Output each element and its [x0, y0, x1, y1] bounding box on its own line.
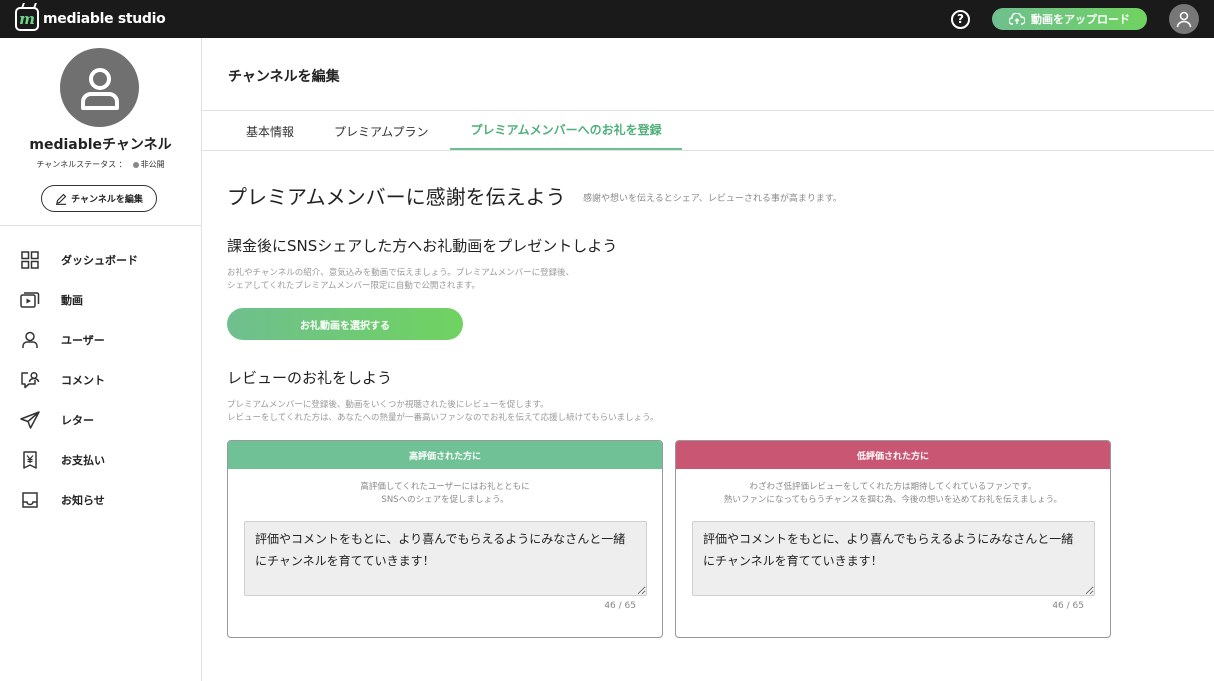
tab-bar: 基本情報 プレミアムプラン プレミアムメンバーへのお礼を登録: [228, 111, 682, 151]
low-rating-card-header: 低評価された方に: [676, 441, 1110, 469]
select-thanks-video-button[interactable]: お礼動画を選択する: [227, 308, 463, 340]
review-section-description: プレミアムメンバーに登録後、動画をいくつか視聴された後にレビューを促します。 レ…: [227, 399, 659, 425]
help-icon[interactable]: ?: [951, 9, 970, 29]
sidebar-item-comments[interactable]: コメント: [0, 360, 201, 400]
review-section-title: レビューのお礼をしよう: [227, 369, 393, 387]
cloud-upload-icon: [1009, 13, 1025, 25]
high-rating-message-input[interactable]: 評価やコメントをもとに、より喜んでもらえるようにみなさんと一緒にチャンネルを育て…: [244, 521, 647, 596]
sidebar-item-letters[interactable]: レター: [0, 400, 201, 440]
sidebar-item-videos[interactable]: 動画: [0, 280, 201, 320]
low-rating-char-count: 46 / 65: [1052, 601, 1084, 611]
status-separator: ：: [118, 160, 127, 169]
account-avatar[interactable]: [1169, 4, 1199, 34]
sns-desc-line: お礼やチャンネルの紹介、意気込みを動画で伝えましょう。プレミアムメンバーに登録後…: [227, 268, 575, 278]
hero-title: プレミアムメンバーに感謝を伝えよう: [227, 185, 566, 209]
brand-logo[interactable]: m mediable studio: [15, 7, 166, 31]
top-bar: m mediable studio ? 動画をアップロード: [0, 0, 1214, 38]
tab-premium-thanks[interactable]: プレミアムメンバーへのお礼を登録: [450, 111, 682, 151]
brand-name: mediable studio: [43, 11, 166, 27]
sidebar: mediableチャンネル チャンネルステータス ： 非公開 チャンネルを編集 ダ…: [0, 38, 202, 681]
sidebar-item-dashboard[interactable]: ダッシュボード: [0, 240, 201, 280]
low-rating-message-input[interactable]: 評価やコメントをもとに、より喜んでもらえるようにみなさんと一緒にチャンネルを育て…: [692, 521, 1095, 596]
sidebar-item-label: ユーザー: [61, 334, 105, 347]
high-rating-card: 高評価された方に 高評価してくれたユーザーにはお礼とともに SNSへのシェアを促…: [227, 440, 663, 638]
review-desc-line: プレミアムメンバーに登録後、動画をいくつか視聴された後にレビューを促します。: [227, 400, 549, 410]
sidebar-item-label: 動画: [61, 294, 83, 307]
edit-channel-label: チャンネルを編集: [71, 195, 143, 205]
low-rating-card: 低評価された方に わざわざ低評価レビューをしてくれた方は期待してくれているファン…: [675, 440, 1111, 638]
sidebar-item-label: レター: [61, 414, 94, 427]
sidebar-item-notices[interactable]: お知らせ: [0, 480, 201, 520]
sidebar-item-users[interactable]: ユーザー: [0, 320, 201, 360]
user-icon: [1176, 11, 1192, 28]
high-rating-card-description: 高評価してくれたユーザーにはお礼とともに SNSへのシェアを促しましょう。: [228, 481, 662, 507]
card-desc-line: 熱いファンになってもらうチャンスを掴む為、今後の想いを込めてお礼を伝えましょう。: [723, 495, 1063, 505]
user-icon: [20, 330, 40, 350]
sns-section-title: 課金後にSNSシェアした方へお礼動画をプレゼントしよう: [227, 237, 618, 255]
notice-icon: [20, 490, 40, 510]
grid-icon: [20, 250, 40, 270]
comment-icon: [20, 370, 40, 390]
card-desc-line: 高評価してくれたユーザーにはお礼とともに: [360, 482, 530, 492]
card-desc-line: SNSへのシェアを促しましょう。: [381, 495, 509, 505]
tabs-divider: [202, 150, 1214, 151]
high-rating-card-header: 高評価された方に: [228, 441, 662, 469]
tab-basic-info[interactable]: 基本情報: [228, 111, 312, 151]
sidebar-item-label: お知らせ: [61, 494, 105, 507]
status-dot: [132, 161, 139, 168]
pencil-icon: [56, 193, 67, 205]
high-rating-char-count: 46 / 65: [604, 601, 636, 611]
channel-avatar: [60, 48, 139, 127]
status-value: 非公開: [140, 160, 165, 169]
main-content: チャンネルを編集 基本情報 プレミアムプラン プレミアムメンバーへのお礼を登録 …: [202, 38, 1214, 681]
channel-name: mediableチャンネル: [29, 137, 172, 153]
hero-subtitle: 感謝や想いを伝えるとシェア、レビューされる事が高まります。: [583, 194, 842, 204]
video-icon: [20, 290, 40, 310]
review-desc-line: レビューをしてくれた方は、あなたへの熱量が一番高いファンなのでお礼を伝えて応援し…: [227, 413, 659, 423]
edit-channel-button[interactable]: チャンネルを編集: [41, 185, 157, 212]
upload-video-button[interactable]: 動画をアップロード: [992, 8, 1147, 30]
sidebar-item-label: ダッシュボード: [61, 254, 138, 267]
sidebar-item-label: お支払い: [61, 454, 105, 467]
tab-premium-plan[interactable]: プレミアムプラン: [312, 111, 450, 151]
help-glyph: ?: [957, 12, 964, 26]
status-label: チャンネルステータス: [36, 160, 117, 169]
page-title: チャンネルを編集: [228, 69, 340, 85]
yen-icon: [20, 450, 40, 470]
sidebar-nav: ダッシュボード 動画 ユーザー コメント レター お支払い お知らせ: [0, 240, 201, 520]
sidebar-divider: [0, 225, 201, 226]
logo-icon: m: [15, 7, 39, 31]
channel-status: チャンネルステータス ： 非公開: [0, 159, 201, 170]
low-rating-card-description: わざわざ低評価レビューをしてくれた方は期待してくれているファンです。 熱いファン…: [676, 481, 1110, 507]
send-icon: [20, 410, 40, 430]
user-icon: [80, 67, 119, 110]
sns-section-description: お礼やチャンネルの紹介、意気込みを動画で伝えましょう。プレミアムメンバーに登録後…: [227, 267, 574, 293]
card-desc-line: わざわざ低評価レビューをしてくれた方は期待してくれているファンです。: [749, 482, 1037, 492]
sns-desc-line: シェアしてくれたプレミアムメンバー限定に自動で公開されます。: [227, 281, 481, 291]
sidebar-item-label: コメント: [61, 374, 105, 387]
upload-label: 動画をアップロード: [1031, 13, 1130, 26]
sidebar-item-payments[interactable]: お支払い: [0, 440, 201, 480]
logo-glyph: m: [19, 10, 35, 28]
